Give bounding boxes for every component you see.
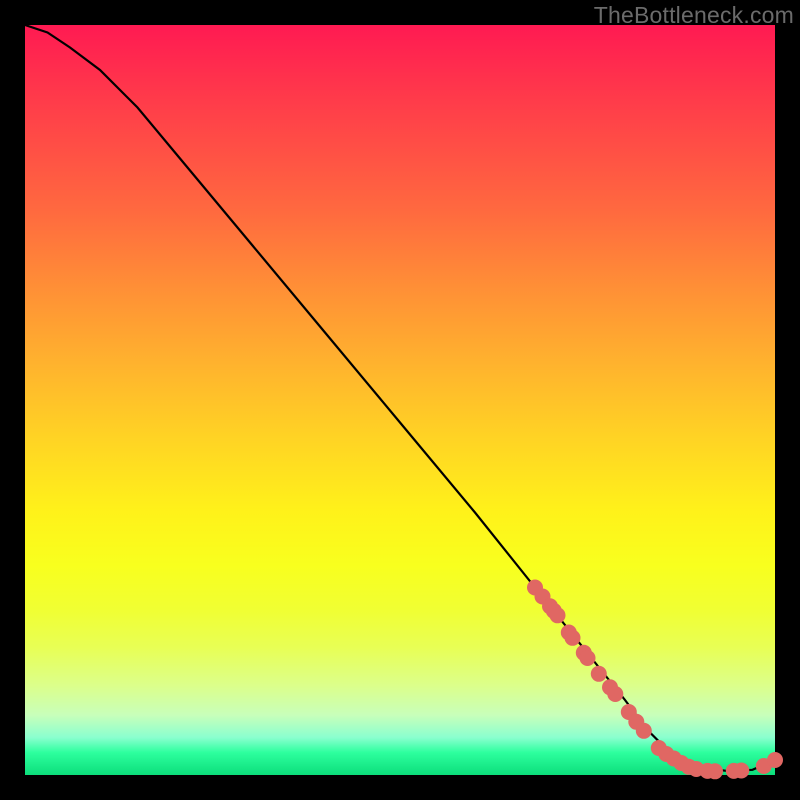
attribution-label: TheBottleneck.com [594, 2, 794, 29]
data-marker [580, 650, 596, 666]
data-marker [607, 686, 623, 702]
data-marker [707, 763, 723, 779]
chart-svg [25, 25, 775, 775]
chart-plot-area [25, 25, 775, 775]
marker-group [527, 580, 783, 780]
bottleneck-curve-line [25, 25, 775, 771]
data-marker [636, 723, 652, 739]
data-marker [550, 607, 566, 623]
chart-frame: TheBottleneck.com [0, 0, 800, 800]
data-marker [591, 666, 607, 682]
data-marker [733, 763, 749, 779]
data-marker [565, 630, 581, 646]
data-marker [767, 752, 783, 768]
